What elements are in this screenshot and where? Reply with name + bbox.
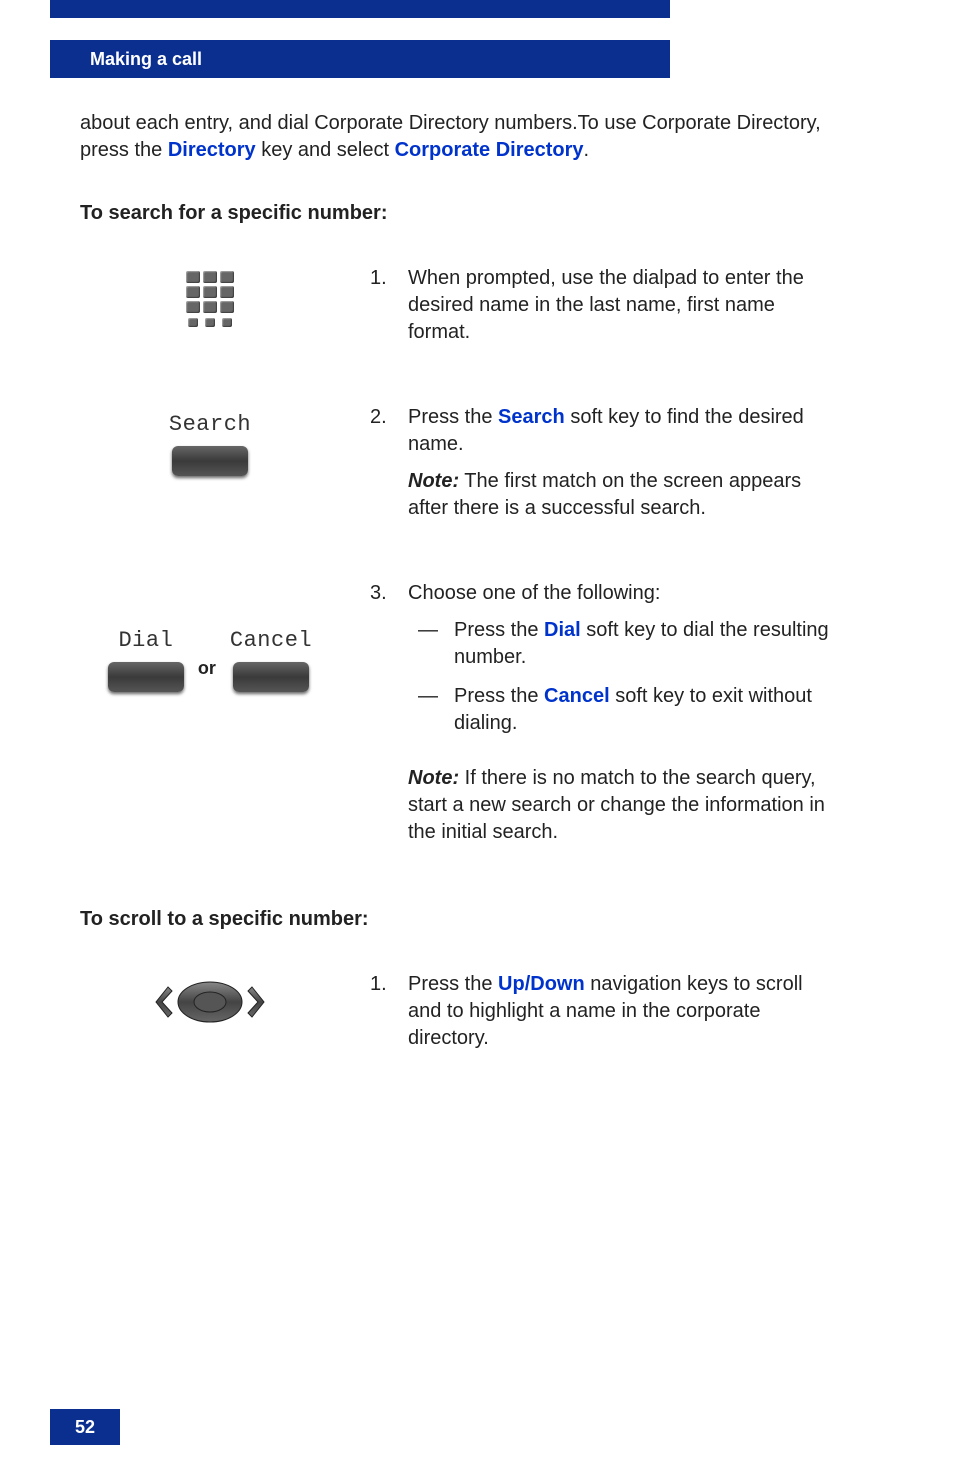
step4-text: 1. Press the Up/Down navigation keys to …	[370, 971, 840, 1062]
dash-1: —	[418, 617, 436, 671]
dial-softkey-button	[108, 662, 184, 692]
step1-body: When prompted, use the dialpad to enter …	[408, 265, 840, 356]
intro-directory-key: Directory	[168, 139, 256, 161]
cancel-softkey-button	[233, 662, 309, 692]
section1-heading: To search for a specific number:	[80, 200, 840, 227]
intro-text-post: .	[584, 139, 590, 161]
header-band: Making a call	[50, 40, 670, 78]
step4-updown-hl: Up/Down	[498, 973, 585, 995]
step3-text: 3. Choose one of the following: — Press …	[370, 580, 840, 856]
cancel-softkey-label: Cancel	[230, 626, 312, 656]
step-row-2: Search 2. Press the Search soft key to f…	[80, 404, 840, 532]
step2-number: 2.	[370, 404, 390, 532]
step1-text: 1. When prompted, use the dialpad to ent…	[370, 265, 840, 356]
step2-note-label: Note:	[408, 470, 459, 492]
dial-softkey-group: Dial	[108, 626, 184, 692]
or-text: or	[198, 638, 216, 680]
step3-intro: Choose one of the following:	[408, 580, 840, 607]
step3-sub1-text: Press the Dial soft key to dial the resu…	[454, 617, 840, 671]
step3-sub2-pre: Press the	[454, 685, 544, 707]
dialpad-icon	[186, 271, 234, 328]
step2-icon-col: Search	[80, 404, 340, 476]
step3-note: Note: If there is no match to the search…	[408, 765, 840, 846]
step4-body: Press the Up/Down navigation keys to scr…	[408, 971, 840, 1062]
page-content: about each entry, and dial Corporate Dir…	[80, 110, 840, 1062]
step4-pre: Press the	[408, 973, 498, 995]
step3-icon-col: Dial or Cancel	[80, 580, 340, 692]
step3-dial-hl: Dial	[544, 619, 581, 641]
dial-softkey-label: Dial	[118, 626, 173, 656]
step2-text: 2. Press the Search soft key to find the…	[370, 404, 840, 532]
step3-number: 3.	[370, 580, 390, 856]
step2-note-text: The first match on the screen appears af…	[408, 470, 801, 519]
step1-icon-col	[80, 265, 340, 328]
intro-text-mid: key and select	[256, 139, 395, 161]
step2-line1: Press the Search soft key to find the de…	[408, 404, 840, 458]
intro-paragraph: about each entry, and dial Corporate Dir…	[80, 110, 840, 164]
header-title: Making a call	[90, 49, 202, 70]
top-accent-bar	[50, 0, 670, 18]
step3-sub2: — Press the Cancel soft key to exit with…	[408, 683, 840, 737]
page-number: 52	[50, 1409, 120, 1445]
step2-search-hl: Search	[498, 406, 565, 428]
step-row-3: Dial or Cancel 3. Choose one of the foll…	[80, 580, 840, 856]
step-row-4: 1. Press the Up/Down navigation keys to …	[80, 971, 840, 1062]
dash-2: —	[418, 683, 436, 737]
step1-text-content: When prompted, use the dialpad to enter …	[408, 265, 840, 346]
section-2: To scroll to a specific number:	[80, 906, 840, 1062]
step3-note-text: If there is no match to the search query…	[408, 767, 825, 843]
step1-number: 1.	[370, 265, 390, 356]
dial-cancel-group: Dial or Cancel	[108, 626, 312, 692]
step-row-1: 1. When prompted, use the dialpad to ent…	[80, 265, 840, 356]
steps-list-1: 1. When prompted, use the dialpad to ent…	[80, 265, 840, 856]
step3-sub2-text: Press the Cancel soft key to exit withou…	[454, 683, 840, 737]
intro-corporate-directory: Corporate Directory	[395, 139, 584, 161]
step4-number: 1.	[370, 971, 390, 1062]
search-softkey-button	[172, 446, 248, 476]
step3-note-label: Note:	[408, 767, 459, 789]
cancel-softkey-group: Cancel	[230, 626, 312, 692]
step3-sublist: — Press the Dial soft key to dial the re…	[408, 617, 840, 737]
nav-rocker-icon	[150, 977, 270, 1027]
step3-cancel-hl: Cancel	[544, 685, 610, 707]
search-softkey-label: Search	[169, 410, 251, 440]
search-softkey-group: Search	[169, 410, 251, 476]
step2-pre: Press the	[408, 406, 498, 428]
step3-sub1: — Press the Dial soft key to dial the re…	[408, 617, 840, 671]
step2-body: Press the Search soft key to find the de…	[408, 404, 840, 532]
step4-line: Press the Up/Down navigation keys to scr…	[408, 971, 840, 1052]
step2-note: Note: The first match on the screen appe…	[408, 468, 840, 522]
step3-sub1-pre: Press the	[454, 619, 544, 641]
step3-body: Choose one of the following: — Press the…	[408, 580, 840, 856]
section2-heading: To scroll to a specific number:	[80, 906, 840, 933]
step4-icon-col	[80, 971, 340, 1027]
